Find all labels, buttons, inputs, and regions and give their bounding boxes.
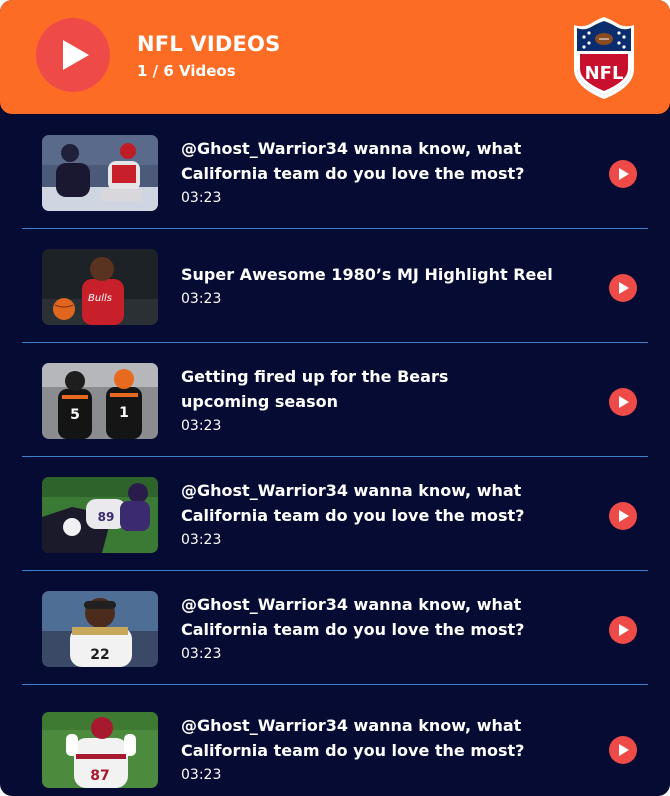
- video-duration: 03:23: [181, 189, 222, 206]
- video-duration: 03:23: [181, 417, 222, 434]
- play-icon: [62, 40, 89, 70]
- video-thumbnail: 89: [42, 477, 158, 553]
- svg-text:1: 1: [119, 405, 129, 421]
- playlist-title: NFL VIDEOS: [137, 32, 281, 56]
- video-playlist-widget: NFL VIDEOS 1 / 6 Videos NFL @Ghost_Warri…: [0, 0, 670, 796]
- svg-text:22: 22: [90, 647, 109, 663]
- video-play-button[interactable]: [609, 388, 637, 416]
- video-play-button[interactable]: [609, 502, 637, 530]
- video-list-item[interactable]: 89 @Ghost_Warrior34 wanna know, what Cal…: [22, 457, 648, 571]
- play-icon: [619, 744, 629, 756]
- video-list-item[interactable]: 5 1 Getting fired up for the Bears upcom…: [22, 343, 648, 457]
- video-title: @Ghost_Warrior34 wanna know, what Califo…: [181, 480, 525, 525]
- video-title: @Ghost_Warrior34 wanna know, what Califo…: [181, 594, 525, 639]
- video-info: @Ghost_Warrior34 wanna know, what Califo…: [181, 685, 581, 796]
- video-thumbnail: 22: [42, 591, 158, 667]
- video-thumbnail: [42, 135, 158, 211]
- video-list: @Ghost_Warrior34 wanna know, what Califo…: [22, 115, 648, 796]
- video-duration: 03:23: [181, 531, 222, 548]
- video-title: @Ghost_Warrior34 wanna know, what Califo…: [181, 716, 525, 760]
- video-list-item[interactable]: Bulls Super Awesome 1980’s MJ Highlight …: [22, 229, 648, 343]
- svg-text:5: 5: [70, 407, 80, 423]
- video-info: Getting fired up for the Bears upcoming …: [181, 343, 581, 456]
- video-thumbnail: 5 1: [42, 363, 158, 439]
- video-title: Getting fired up for the Bears upcoming …: [181, 366, 449, 411]
- playlist-header: NFL VIDEOS 1 / 6 Videos NFL: [0, 0, 670, 114]
- video-play-button[interactable]: [609, 616, 637, 644]
- video-duration: 03:23: [181, 291, 222, 307]
- video-play-button[interactable]: [609, 736, 637, 764]
- video-info: Super Awesome 1980’s MJ Highlight Reel 0…: [181, 229, 581, 342]
- video-thumbnail: 87: [42, 712, 158, 788]
- svg-text:89: 89: [98, 510, 115, 524]
- play-icon: [619, 282, 629, 294]
- video-list-item[interactable]: 22 @Ghost_Warrior34 wanna know, what Cal…: [22, 571, 648, 685]
- video-info: @Ghost_Warrior34 wanna know, what Califo…: [181, 571, 581, 684]
- video-duration: 03:23: [181, 645, 222, 662]
- video-play-button[interactable]: [609, 160, 637, 188]
- main-play-button[interactable]: [36, 18, 110, 92]
- video-info: @Ghost_Warrior34 wanna know, what Califo…: [181, 457, 581, 570]
- video-thumbnail: Bulls: [42, 249, 158, 325]
- nfl-logo-text: NFL: [585, 63, 624, 84]
- svg-text:Bulls: Bulls: [88, 293, 112, 304]
- play-icon: [619, 510, 629, 522]
- video-title: Super Awesome 1980’s MJ Highlight Reel: [181, 265, 553, 284]
- video-title: @Ghost_Warrior34 wanna know, what Califo…: [181, 138, 525, 183]
- play-icon: [619, 624, 629, 636]
- play-icon: [619, 396, 629, 408]
- video-counter: 1 / 6 Videos: [137, 62, 236, 80]
- video-duration: 03:23: [181, 767, 222, 783]
- video-list-item[interactable]: 87 @Ghost_Warrior34 wanna know, what Cal…: [22, 685, 648, 796]
- svg-text:87: 87: [90, 768, 109, 784]
- video-list-item[interactable]: @Ghost_Warrior34 wanna know, what Califo…: [22, 115, 648, 229]
- play-icon: [619, 168, 629, 180]
- video-play-button[interactable]: [609, 274, 637, 302]
- nfl-shield-logo-icon: NFL: [574, 17, 634, 99]
- video-info: @Ghost_Warrior34 wanna know, what Califo…: [181, 115, 581, 228]
